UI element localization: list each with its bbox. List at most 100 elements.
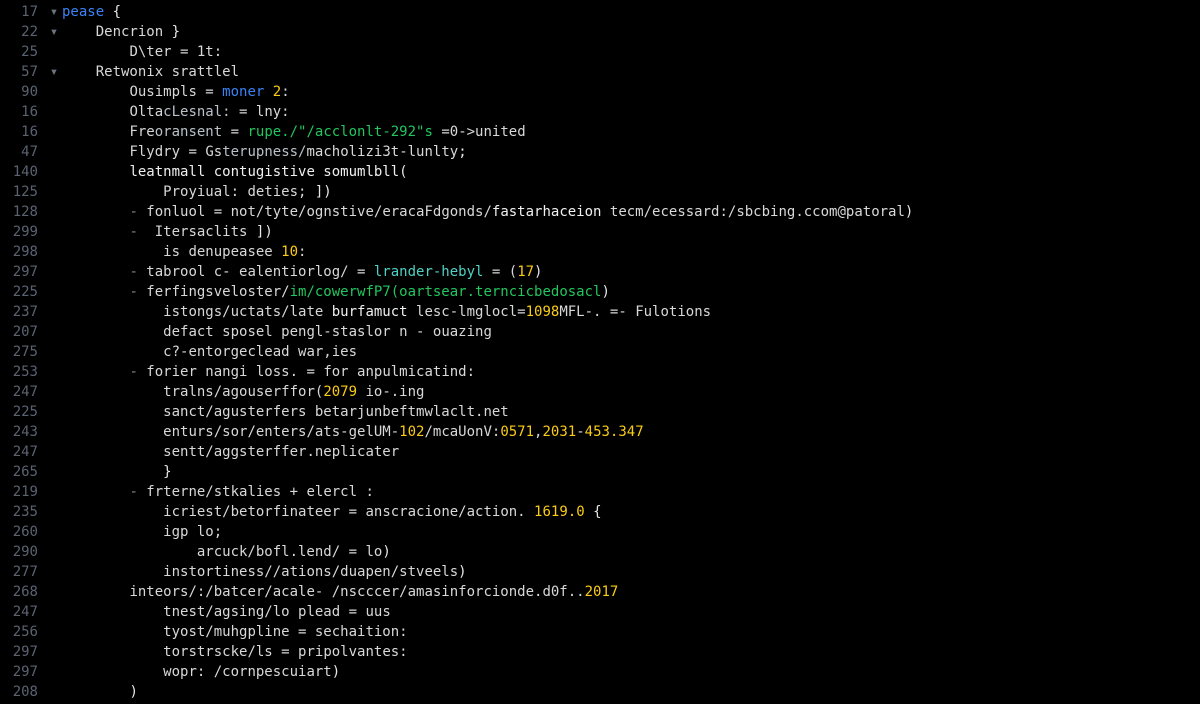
- token-str: im/cowerwfP7(oartsear.terncicbedosacl: [290, 284, 602, 300]
- code-line[interactable]: ▾ - Itersaclits ]): [48, 222, 1200, 242]
- line-number[interactable]: 225: [0, 402, 38, 422]
- code-line[interactable]: ▾ sentt/aggsterffer.neplicater: [48, 442, 1200, 462]
- code-line[interactable]: ▾ Freoransent = rupe./"/acclonlt-292"s =…: [48, 122, 1200, 142]
- fold-toggle-icon[interactable]: ▾: [48, 2, 60, 22]
- code-line[interactable]: ▾ ): [48, 682, 1200, 702]
- indent: [62, 684, 129, 700]
- line-number[interactable]: 247: [0, 442, 38, 462]
- code-area[interactable]: ▾pease {▾ Dencrion }▾ D\ter = 1t:▾ Retwo…: [48, 2, 1200, 704]
- code-line[interactable]: ▾ instortiness//ations/duapen/stveels): [48, 562, 1200, 582]
- token-id: elercl :: [298, 484, 374, 500]
- token-num: 2031: [542, 424, 576, 440]
- indent: [62, 124, 129, 140]
- code-line[interactable]: ▾ Dencrion }: [48, 22, 1200, 42]
- line-number[interactable]: 140: [0, 162, 38, 182]
- fold-toggle-icon[interactable]: ▾: [48, 62, 60, 82]
- line-number[interactable]: 235: [0, 502, 38, 522]
- code-line[interactable]: ▾ }: [48, 462, 1200, 482]
- line-number[interactable]: 290: [0, 542, 38, 562]
- indent: [62, 164, 129, 180]
- code-line[interactable]: ▾ Flydry = Gsterupness/macholizi3t-lunlt…: [48, 142, 1200, 162]
- code-line[interactable]: ▾ icriest/betorfinateer = anscracione/ac…: [48, 502, 1200, 522]
- code-line[interactable]: ▾ - tabrool c- ealentiorlog/ = lrander-h…: [48, 262, 1200, 282]
- line-number[interactable]: 208: [0, 682, 38, 702]
- line-number[interactable]: 57: [0, 62, 38, 82]
- line-number[interactable]: 16: [0, 122, 38, 142]
- code-line[interactable]: ▾ tralns/agouserffor(2079 io-.ing: [48, 382, 1200, 402]
- line-number[interactable]: 297: [0, 262, 38, 282]
- code-line[interactable]: ▾ - fonluol = not/tyte/ognstive/eracaFdg…: [48, 202, 1200, 222]
- line-number[interactable]: 90: [0, 82, 38, 102]
- code-line[interactable]: ▾ Ousimpls = moner 2:: [48, 82, 1200, 102]
- line-number[interactable]: 219: [0, 482, 38, 502]
- token-id: enturs/sor/enters/ats-gelUM-: [163, 424, 399, 440]
- code-line[interactable]: ▾ - forier nangi loss. = for anpulmicati…: [48, 362, 1200, 382]
- indent: [62, 264, 129, 280]
- line-number[interactable]: 47: [0, 142, 38, 162]
- code-line[interactable]: ▾ c?-entorgeclead war,ies: [48, 342, 1200, 362]
- token-id: frterne/stkalies: [146, 484, 289, 500]
- code-line[interactable]: ▾ torstrscke/ls = pripolvantes:: [48, 642, 1200, 662]
- fold-toggle-icon[interactable]: ▾: [48, 22, 60, 42]
- line-number[interactable]: 17: [0, 2, 38, 22]
- line-number-gutter[interactable]: 1722255790161647140125128299298297225237…: [0, 2, 48, 704]
- line-number[interactable]: 268: [0, 582, 38, 602]
- code-line[interactable]: ▾ - frterne/stkalies + elercl :: [48, 482, 1200, 502]
- code-line[interactable]: ▾ - ferfingsveloster/im/cowerwfP7(oartse…: [48, 282, 1200, 302]
- line-number[interactable]: 253: [0, 362, 38, 382]
- code-line[interactable]: ▾ leatnmall contugistive somumlbll(: [48, 162, 1200, 182]
- code-line[interactable]: ▾ inteors/:/batcer/acale- /nscccer/amasi…: [48, 582, 1200, 602]
- line-number[interactable]: 128: [0, 202, 38, 222]
- code-line[interactable]: ▾ enturs/sor/enters/ats-gelUM-102/mcaUon…: [48, 422, 1200, 442]
- code-line[interactable]: ▾pease {: [48, 2, 1200, 22]
- line-number[interactable]: 256: [0, 622, 38, 642]
- code-line[interactable]: ▾ arcuck/bofl.lend/ = lo): [48, 542, 1200, 562]
- line-number[interactable]: 277: [0, 562, 38, 582]
- token-dim: -: [129, 224, 154, 240]
- token-brace: ): [382, 544, 390, 560]
- line-number[interactable]: 298: [0, 242, 38, 262]
- code-line[interactable]: ▾ tyost/muhgpline = sechaition:: [48, 622, 1200, 642]
- token-num: 17: [517, 264, 534, 280]
- token-teal: lrander-hebyl: [365, 264, 491, 280]
- line-number[interactable]: 247: [0, 602, 38, 622]
- line-number[interactable]: 207: [0, 322, 38, 342]
- token-id: D\ter: [129, 44, 180, 60]
- token-id: sechaition:: [306, 624, 407, 640]
- line-number[interactable]: 260: [0, 522, 38, 542]
- line-number[interactable]: 237: [0, 302, 38, 322]
- line-number[interactable]: 275: [0, 342, 38, 362]
- code-line[interactable]: ▾ igp lo;: [48, 522, 1200, 542]
- code-line[interactable]: ▾ wopr: /cornpescuiart): [48, 662, 1200, 682]
- line-number[interactable]: 25: [0, 42, 38, 62]
- code-line[interactable]: ▾ is denupeasee 10:: [48, 242, 1200, 262]
- line-number[interactable]: 247: [0, 382, 38, 402]
- code-line[interactable]: ▾ istongs/uctats/late burfamuct lesc-lmg…: [48, 302, 1200, 322]
- code-line[interactable]: ▾ defact sposel pengl-staslor n - ouazin…: [48, 322, 1200, 342]
- indent: [62, 384, 163, 400]
- token-id: is denupeasee: [163, 244, 281, 260]
- token-brace: ): [129, 684, 137, 700]
- code-editor[interactable]: 1722255790161647140125128299298297225237…: [0, 0, 1200, 704]
- code-line[interactable]: ▾ OltacLesnal: = lny:: [48, 102, 1200, 122]
- line-number[interactable]: 299: [0, 222, 38, 242]
- line-number[interactable]: 16: [0, 102, 38, 122]
- line-number[interactable]: 22: [0, 22, 38, 42]
- code-line[interactable]: ▾ sanct/agusterfers betarjunbeftmwlaclt.…: [48, 402, 1200, 422]
- token-eq: +: [290, 484, 298, 500]
- line-number[interactable]: 243: [0, 422, 38, 442]
- code-line[interactable]: ▾ Proyiual: deties; ]): [48, 182, 1200, 202]
- indent: [62, 404, 163, 420]
- token-lit: leatnmall contugistive somumlbll: [129, 164, 399, 180]
- token-kw: pease: [62, 4, 104, 20]
- line-number[interactable]: 265: [0, 462, 38, 482]
- code-line[interactable]: ▾ tnest/agsing/lo plead = uus: [48, 602, 1200, 622]
- code-line[interactable]: ▾ Retwonix srattlel: [48, 62, 1200, 82]
- line-number[interactable]: 225: [0, 282, 38, 302]
- code-line[interactable]: ▾ D\ter = 1t:: [48, 42, 1200, 62]
- line-number[interactable]: 297: [0, 662, 38, 682]
- line-number[interactable]: 297: [0, 642, 38, 662]
- line-number[interactable]: 125: [0, 182, 38, 202]
- token-eq: =: [205, 84, 213, 100]
- indent: [62, 464, 163, 480]
